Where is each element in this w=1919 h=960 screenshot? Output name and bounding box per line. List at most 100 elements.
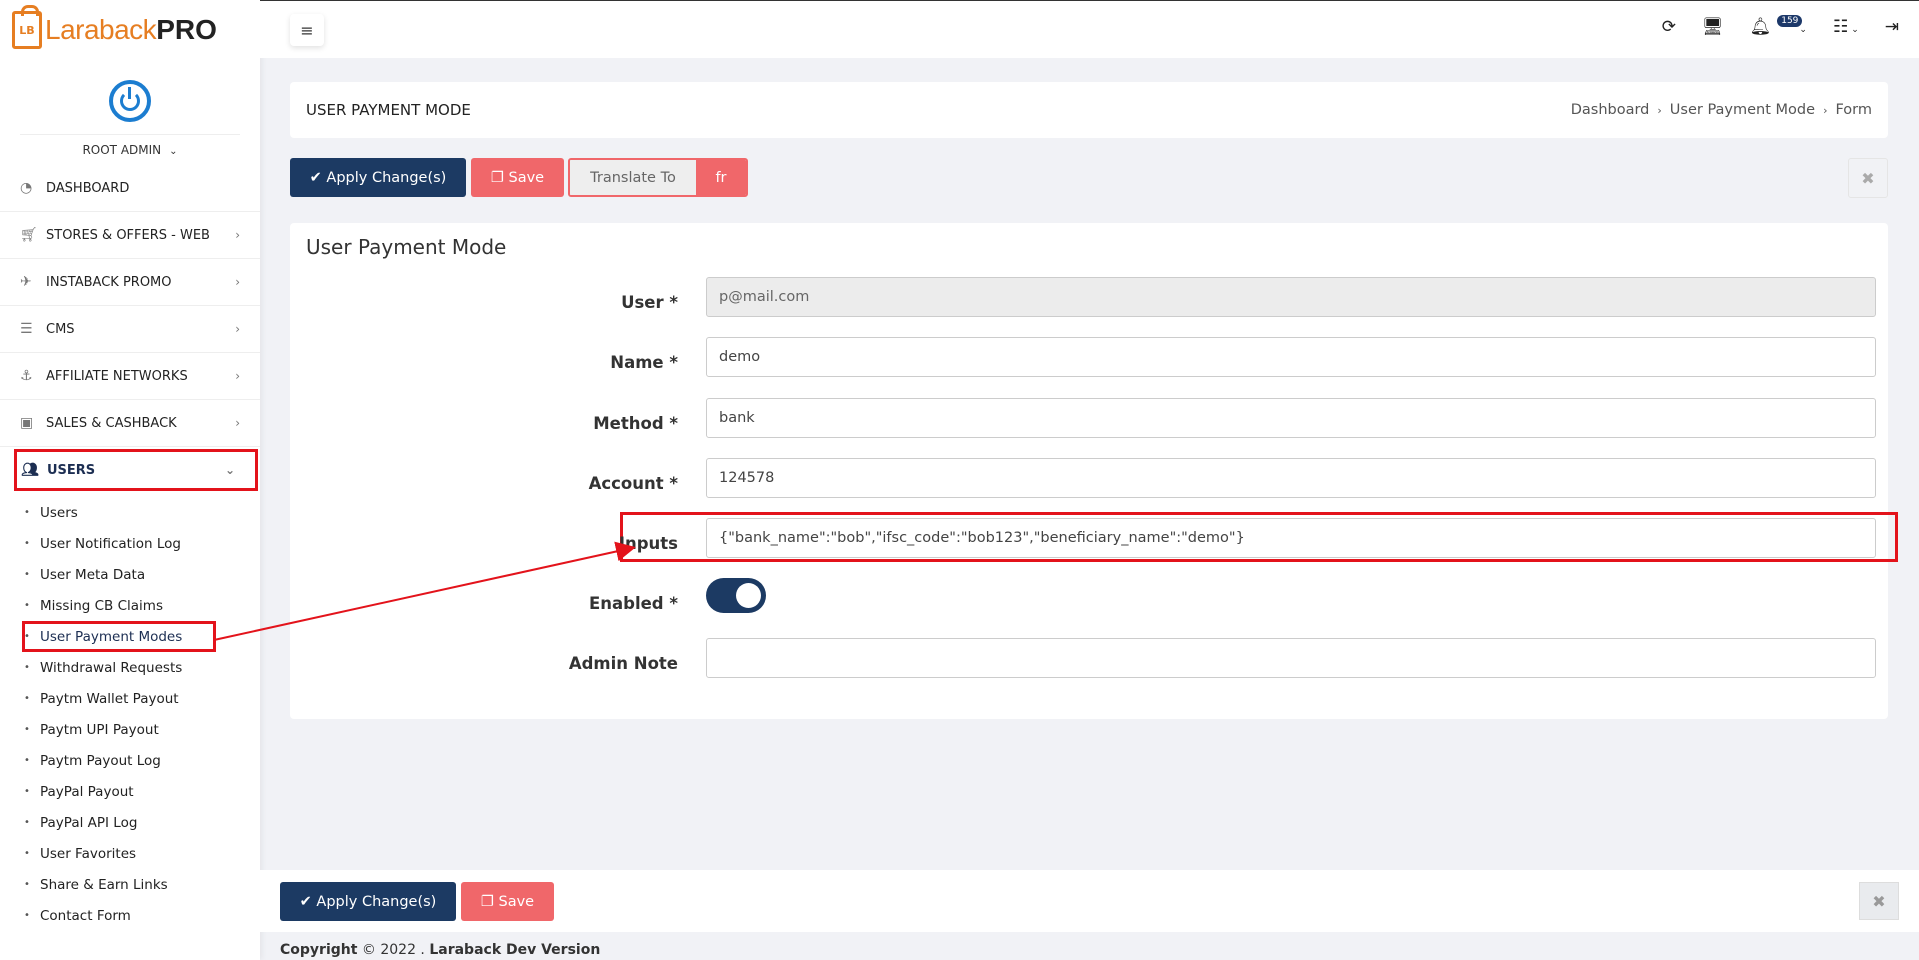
subnav-contact-form[interactable]: Contact Form <box>0 900 260 931</box>
users-subnav: Users User Notification Log User Meta Da… <box>0 493 260 931</box>
copy-icon: ❐ <box>480 893 499 910</box>
logout-icon[interactable]: ⇥ <box>1885 17 1899 37</box>
plane-icon: ✈ <box>20 274 32 290</box>
field-label-admin-note: Admin Note <box>568 654 678 673</box>
form-row-user: User * p@mail.com <box>290 277 1888 317</box>
users-icon: 👥︎ <box>21 462 39 478</box>
breadcrumb-user-payment-mode[interactable]: User Payment Mode <box>1670 102 1815 118</box>
footer-apply-changes-button[interactable]: ✔ Apply Change(s) <box>280 882 456 921</box>
subnav-user-notification-log[interactable]: User Notification Log <box>0 528 260 559</box>
subnav-user-payment-modes[interactable]: User Payment Modes <box>22 621 216 652</box>
subnav-missing-cb-claims[interactable]: Missing CB Claims <box>0 590 260 621</box>
chevron-right-icon: › <box>235 369 240 383</box>
apply-changes-button[interactable]: ✔ Apply Change(s) <box>290 158 466 197</box>
refresh-icon[interactable]: ⟳ <box>1662 17 1676 37</box>
topbar-icons: ⟳ 🖥︎ 🔔︎ 159⌄ ☷ ⌄ ⇥ <box>1662 15 1899 37</box>
chevron-right-icon: › <box>235 322 240 336</box>
nav-item-cms[interactable]: ☰ CMS › <box>0 306 260 353</box>
shopping-bag-icon: LB <box>12 5 42 49</box>
chevron-right-icon: › <box>1657 104 1662 117</box>
logo-pro: PRO <box>156 14 217 45</box>
check-icon: ✔ <box>299 893 317 910</box>
field-label-user: User * <box>621 293 678 312</box>
field-label-enabled: Enabled * <box>589 594 678 613</box>
field-label-account: Account * <box>588 474 678 493</box>
subnav-share-earn-links[interactable]: Share & Earn Links <box>0 869 260 900</box>
chevron-right-icon: › <box>1823 104 1828 117</box>
nav-item-sales-cashback[interactable]: ▣ SALES & CASHBACK › <box>0 400 260 447</box>
field-label-method: Method * <box>593 414 678 433</box>
field-label-inputs: Inputs <box>618 534 678 553</box>
chevron-down-icon: ⌄ <box>224 463 235 477</box>
chevron-down-icon: ⌄ <box>1851 25 1859 35</box>
chevron-right-icon: › <box>235 228 240 242</box>
subnav-paypal-api-log[interactable]: PayPal API Log <box>0 807 260 838</box>
list-icon: ☰ <box>20 321 33 337</box>
user-field[interactable]: p@mail.com <box>706 277 1876 317</box>
sidebar-nav: ◔ DASHBOARD 🛒︎ STORES & OFFERS - WEB › ✈ INS… <box>0 165 260 491</box>
save-button[interactable]: ❐ Save <box>471 158 564 197</box>
subnav-users[interactable]: Users <box>0 497 260 528</box>
subnav-user-favorites[interactable]: User Favorites <box>0 838 260 869</box>
nav-item-stores-offers[interactable]: 🛒︎ STORES & OFFERS - WEB › <box>0 212 260 259</box>
nav-item-affiliate-networks[interactable]: ⚓ AFFILIATE NETWORKS › <box>0 353 260 400</box>
action-toolbar: ✔ Apply Change(s) ❐ Save Translate To fr… <box>290 158 1888 198</box>
form-card: User Payment Mode User * p@mail.com Name… <box>290 223 1898 719</box>
logo[interactable]: LB Laraback PRO <box>0 0 260 60</box>
chevron-down-icon: ⌄ <box>169 146 178 157</box>
monitor-icon[interactable]: 🖥︎ <box>1702 17 1724 37</box>
form-row-enabled: Enabled * <box>290 578 1888 618</box>
enabled-toggle[interactable] <box>706 578 766 613</box>
power-icon[interactable] <box>109 80 151 122</box>
nav-item-users[interactable]: 👥︎ USERS ⌄ <box>14 449 258 491</box>
nav-item-dashboard[interactable]: ◔ DASHBOARD <box>0 165 260 212</box>
form-row-method: Method * bank <box>290 398 1888 438</box>
subnav-paytm-wallet-payout[interactable]: Paytm Wallet Payout <box>0 683 260 714</box>
copyright: Copyright © 2022 . Laraback Dev Version <box>280 942 601 958</box>
subnav-paypal-payout[interactable]: PayPal Payout <box>0 776 260 807</box>
inputs-json-input[interactable]: {"bank_name":"bob","ifsc_code":"bob123",… <box>706 518 1876 558</box>
menu-toggle-icon[interactable]: ≡ <box>290 14 324 46</box>
form-row-inputs: Inputs {"bank_name":"bob","ifsc_code":"b… <box>290 512 1898 562</box>
translate-label: Translate To <box>570 160 696 195</box>
chevron-down-icon: ⌄ <box>1799 25 1807 35</box>
main-content: USER PAYMENT MODE Dashboard › User Payment… <box>260 58 1919 960</box>
close-icon[interactable]: ✖ <box>1848 158 1888 198</box>
translate-lang-button[interactable]: fr <box>696 160 746 195</box>
cart-icon: 🛒︎ <box>20 227 38 243</box>
anchor-icon: ⚓ <box>20 368 33 384</box>
bell-icon[interactable]: 🔔︎ 159⌄ <box>1750 15 1807 37</box>
translate-control[interactable]: Translate To fr <box>568 158 748 197</box>
page-title: USER PAYMENT MODE <box>306 101 471 119</box>
chevron-right-icon: › <box>235 416 240 430</box>
name-input[interactable]: demo <box>706 337 1876 377</box>
dashboard-icon: ◔ <box>20 180 33 196</box>
subnav-withdrawal-requests[interactable]: Withdrawal Requests <box>0 652 260 683</box>
form-row-admin-note: Admin Note <box>290 638 1888 678</box>
form-row-name: Name * demo <box>290 337 1888 377</box>
form-title: User Payment Mode <box>306 235 507 259</box>
copy-icon: ❐ <box>490 169 509 186</box>
footer-action-bar: ✔ Apply Change(s) ❐ Save ✖ <box>260 870 1919 932</box>
user-name: ROOT ADMIN <box>82 143 162 157</box>
footer-save-button[interactable]: ❐ Save <box>461 882 554 921</box>
page-header: USER PAYMENT MODE Dashboard › User Payment… <box>290 82 1888 138</box>
admin-note-input[interactable] <box>706 638 1876 678</box>
sidebar: LB Laraback PRO ROOT ADMIN ⌄ ◔ DASHBOARD 🛒︎… <box>0 0 260 960</box>
field-label-name: Name * <box>610 353 678 372</box>
breadcrumb-dashboard[interactable]: Dashboard <box>1571 102 1650 118</box>
nav-item-instaback-promo[interactable]: ✈ INSTABACK PROMO › <box>0 259 260 306</box>
logo-text: Laraback <box>45 14 157 45</box>
account-input[interactable]: 124578 <box>706 458 1876 498</box>
settings-sliders-icon[interactable]: ☷ ⌄ <box>1833 17 1859 37</box>
subnav-paytm-payout-log[interactable]: Paytm Payout Log <box>0 745 260 776</box>
money-icon: ▣ <box>20 415 34 431</box>
breadcrumb-form: Form <box>1835 102 1872 118</box>
subnav-user-meta-data[interactable]: User Meta Data <box>0 559 260 590</box>
user-menu[interactable]: ROOT ADMIN ⌄ <box>20 134 240 157</box>
form-row-account: Account * 124578 <box>290 458 1888 498</box>
subnav-paytm-upi-payout[interactable]: Paytm UPI Payout <box>0 714 260 745</box>
method-input[interactable]: bank <box>706 398 1876 438</box>
chevron-right-icon: › <box>235 275 240 289</box>
close-icon[interactable]: ✖ <box>1859 882 1899 920</box>
